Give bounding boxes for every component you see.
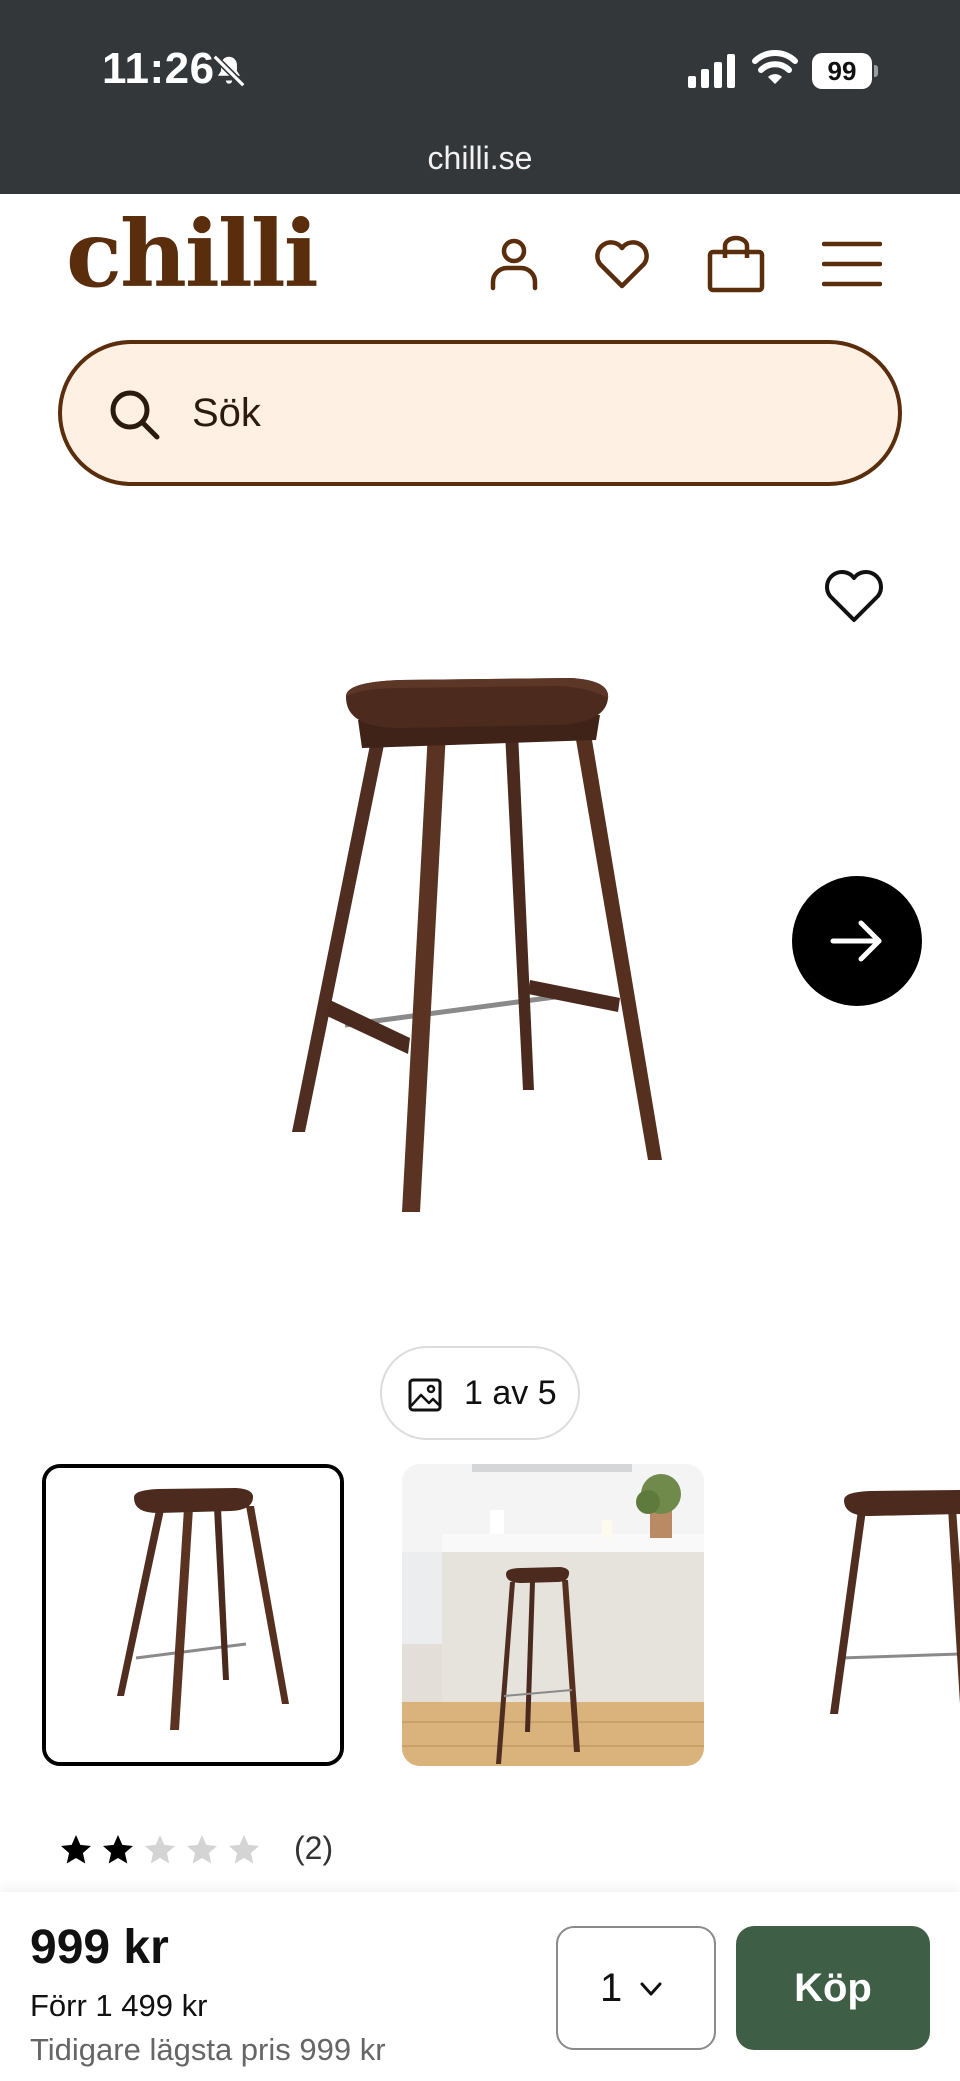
chevron-down-icon <box>640 1982 662 1996</box>
status-bar: 11:26 99 chilli.se <box>0 0 960 194</box>
menu-icon[interactable] <box>822 234 882 294</box>
wifi-icon <box>752 50 798 84</box>
star-filled-icon <box>103 1835 133 1864</box>
purchase-bar: 999 kr Förr 1 499 kr Tidigare lägsta pri… <box>0 1892 960 2081</box>
status-time: 11:26 <box>102 44 215 93</box>
bell-slash-icon <box>212 54 246 88</box>
quantity-select[interactable]: 1 <box>556 1926 716 2050</box>
previous-price: Förr 1 499 kr <box>30 1988 208 2023</box>
review-count[interactable]: (2) <box>294 1830 333 1867</box>
lowest-previous-price: Tidigare lägsta pris 999 kr <box>30 2032 386 2067</box>
add-to-wishlist-heart-icon[interactable] <box>822 566 886 626</box>
image-counter-text: 1 av 5 <box>464 1374 557 1412</box>
signal-icon <box>688 54 735 88</box>
thumbnail-3[interactable] <box>800 1464 960 1766</box>
thumbnail-1-image <box>46 1468 340 1762</box>
bag-icon[interactable] <box>706 234 766 294</box>
rating-stars[interactable] <box>58 1832 262 1868</box>
thumbnail-2[interactable] <box>402 1464 704 1766</box>
thumbnail-2-image <box>402 1464 704 1766</box>
thumbnail-1[interactable] <box>42 1464 344 1766</box>
user-icon[interactable] <box>484 234 544 294</box>
image-icon <box>408 1378 442 1412</box>
heart-icon[interactable] <box>592 234 652 294</box>
star-empty-icon <box>145 1835 175 1864</box>
site-logo[interactable]: chilli <box>66 208 319 300</box>
battery-level: 99 <box>812 53 872 89</box>
battery-icon: 99 <box>812 53 878 89</box>
url-bar[interactable]: chilli.se <box>0 140 960 177</box>
star-empty-icon <box>187 1835 217 1864</box>
thumbnail-3-image <box>800 1464 960 1766</box>
search-input[interactable] <box>192 344 852 482</box>
star-empty-icon <box>229 1835 259 1864</box>
search-bar[interactable] <box>58 340 902 486</box>
search-icon <box>110 390 160 440</box>
star-filled-icon <box>61 1835 91 1864</box>
next-image-button[interactable] <box>792 876 922 1006</box>
quantity-value: 1 <box>600 1966 623 2010</box>
image-counter[interactable]: 1 av 5 <box>380 1346 580 1440</box>
current-price: 999 kr <box>30 1921 169 1974</box>
arrow-right-icon <box>830 920 882 962</box>
buy-button[interactable]: Köp <box>736 1926 930 2050</box>
